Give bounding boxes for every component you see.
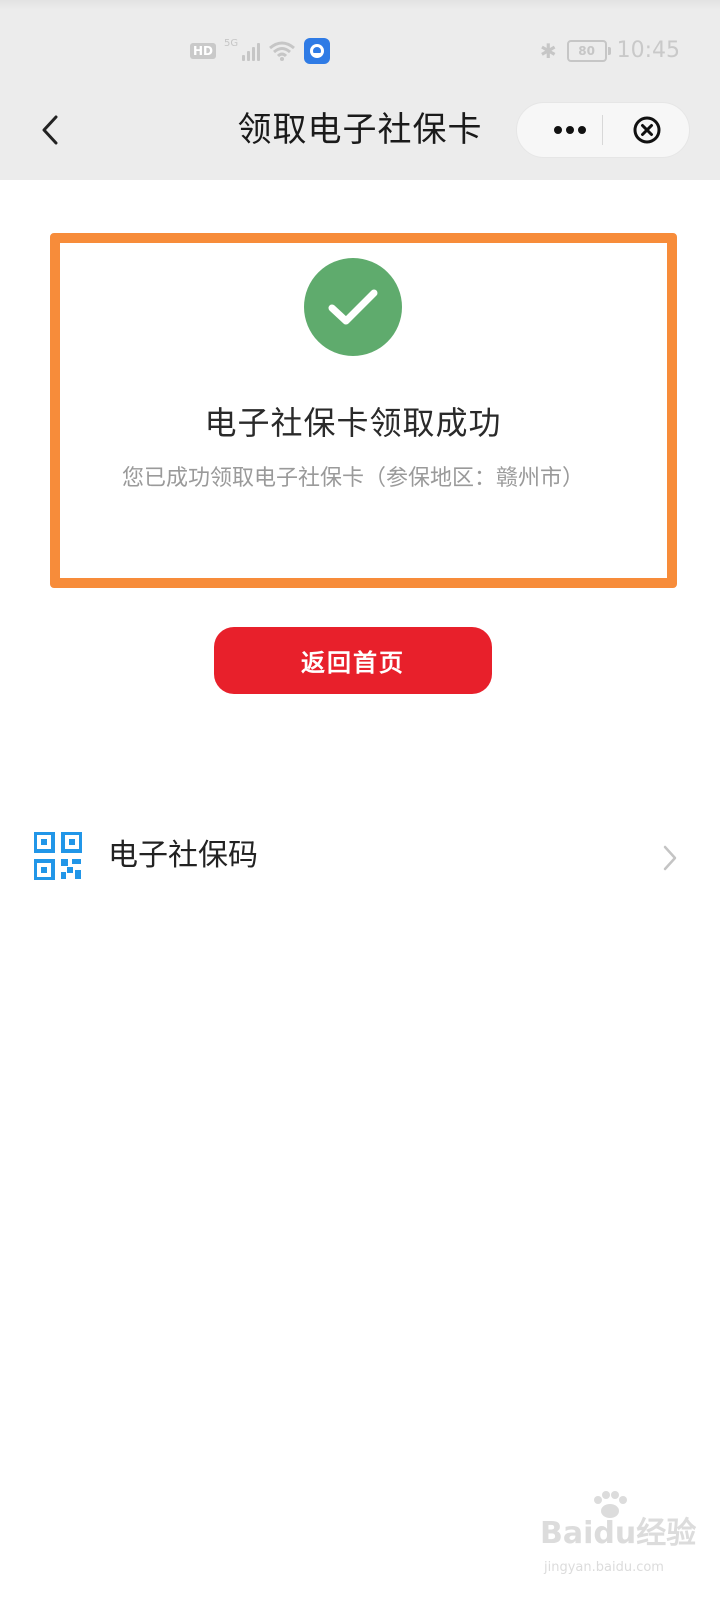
app-notification-icon	[304, 38, 331, 64]
battery-level: 80	[578, 43, 595, 58]
watermark-url: jingyan.baidu.com	[544, 1560, 664, 1575]
signal-icon	[242, 41, 261, 61]
hd-badge: HD	[190, 43, 217, 59]
chevron-right-icon	[663, 845, 677, 871]
list-item-social-security-qr[interactable]: 电子社保码	[0, 810, 720, 906]
success-title: 电子社保卡领取成功	[204, 404, 502, 442]
success-description: 您已成功领取电子社保卡（参保地区：赣州市）	[121, 466, 584, 491]
success-check-icon	[304, 258, 402, 356]
return-home-button[interactable]: 返回首页	[214, 627, 492, 694]
clock: 10:45	[616, 38, 680, 63]
baidu-watermark: Baidu经验 jingyan.baidu.com	[540, 1490, 710, 1590]
close-circle-icon	[633, 116, 661, 144]
more-button[interactable]	[537, 103, 603, 157]
battery-icon: 80	[566, 39, 611, 62]
watermark-brand: Baidu经验	[540, 1516, 697, 1551]
capsule-divider	[602, 115, 603, 145]
list-item-label: 电子社保码	[108, 838, 258, 873]
wifi-icon	[269, 41, 296, 61]
close-button[interactable]	[617, 103, 677, 157]
status-right-icons: ✱ 80 10:45	[540, 38, 680, 63]
mini-program-capsule	[516, 102, 690, 158]
network-type: 5G	[224, 37, 239, 49]
bluetooth-icon: ✱	[539, 38, 557, 63]
status-bar: HD 5G ✱ 80 10:45	[0, 0, 720, 100]
qr-code-icon	[34, 832, 82, 880]
more-dots-icon	[554, 126, 586, 134]
status-left-icons: HD 5G	[190, 37, 331, 64]
